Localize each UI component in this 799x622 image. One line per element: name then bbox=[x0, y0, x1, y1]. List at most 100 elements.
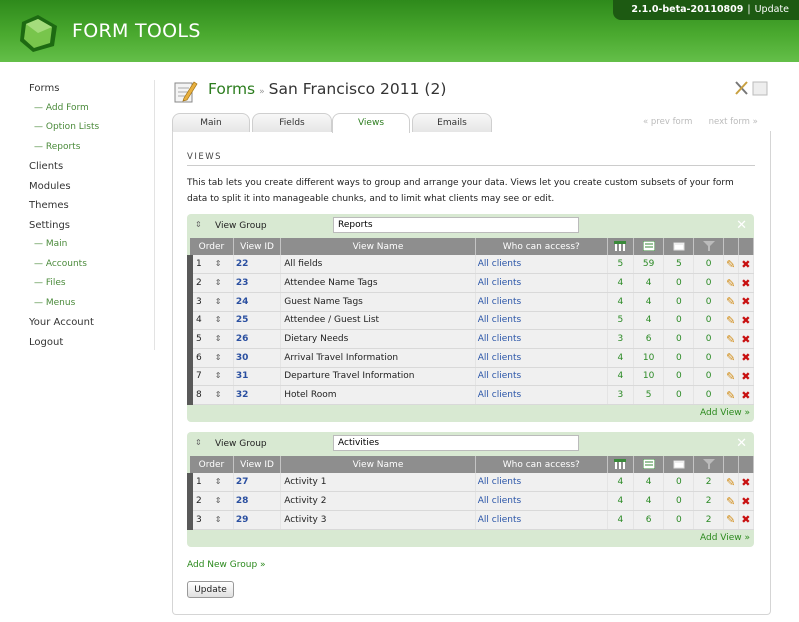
column-count: 5 bbox=[607, 311, 635, 331]
view-id-link[interactable]: 25 bbox=[233, 311, 282, 331]
view-id-link[interactable]: 24 bbox=[233, 292, 282, 312]
drag-arrows-icon[interactable]: ⇕ bbox=[215, 278, 222, 287]
order-header: Order bbox=[190, 238, 234, 255]
view-id-link[interactable]: 23 bbox=[233, 273, 282, 293]
drag-arrows-icon[interactable]: ⇕ bbox=[215, 496, 222, 505]
sidebar-item[interactable]: Themes bbox=[29, 198, 159, 218]
view-id-link[interactable]: 28 bbox=[233, 491, 282, 511]
edit-icon[interactable]: ✎ bbox=[723, 273, 739, 293]
sidebar-item[interactable]: Your Account bbox=[29, 315, 159, 335]
sidebar-item[interactable]: — Main bbox=[29, 237, 159, 257]
edit-icon[interactable]: ✎ bbox=[723, 385, 739, 405]
edit-icon[interactable]: ✎ bbox=[723, 491, 739, 511]
delete-icon[interactable]: ✖ bbox=[738, 292, 755, 312]
view-id-link[interactable]: 22 bbox=[233, 255, 282, 275]
drag-arrows-icon[interactable]: ⇕ bbox=[215, 259, 222, 268]
view-name: Activity 2 bbox=[280, 491, 476, 511]
who-can-access-link[interactable]: All clients bbox=[475, 473, 608, 493]
field-count: 4 bbox=[633, 311, 665, 331]
sidebar-item[interactable]: — Option Lists bbox=[29, 120, 159, 140]
edit-icon[interactable]: ✎ bbox=[723, 348, 739, 368]
update-button[interactable]: Update bbox=[187, 581, 234, 598]
tab-views[interactable]: Views bbox=[332, 113, 410, 133]
drag-arrows-icon[interactable]: ⇕ bbox=[215, 371, 222, 380]
delete-group-icon[interactable]: ✕ bbox=[736, 218, 747, 233]
edit-icon[interactable]: ✎ bbox=[723, 292, 739, 312]
version-label: 2.1.0-beta-20110809 bbox=[631, 4, 744, 15]
view-id-link[interactable]: 32 bbox=[233, 385, 282, 405]
delete-icon[interactable]: ✖ bbox=[738, 510, 755, 530]
who-can-access-link[interactable]: All clients bbox=[475, 292, 608, 312]
drag-arrows-icon[interactable]: ⇕ bbox=[215, 353, 222, 362]
drag-arrows-icon[interactable]: ⇕ bbox=[215, 477, 222, 486]
version-bar: 2.1.0-beta-20110809 | Update bbox=[613, 0, 799, 20]
delete-icon[interactable]: ✖ bbox=[738, 385, 755, 405]
sidebar-item[interactable]: Clients bbox=[29, 159, 159, 179]
view-id-link[interactable]: 31 bbox=[233, 367, 282, 387]
delete-icon[interactable]: ✖ bbox=[738, 473, 755, 493]
who-can-access-link[interactable]: All clients bbox=[475, 311, 608, 331]
add-view-link[interactable]: Add View » bbox=[700, 533, 750, 543]
sidebar-item[interactable]: — Accounts bbox=[29, 257, 159, 277]
sidebar-item[interactable]: — Reports bbox=[29, 140, 159, 160]
delete-group-icon[interactable]: ✕ bbox=[736, 436, 747, 451]
delete-icon[interactable]: ✖ bbox=[738, 491, 755, 511]
who-can-access-link[interactable]: All clients bbox=[475, 255, 608, 275]
view-name: Dietary Needs bbox=[280, 329, 476, 349]
who-can-access-link[interactable]: All clients bbox=[475, 329, 608, 349]
sidebar-item[interactable]: Settings bbox=[29, 218, 159, 238]
group-name-input[interactable] bbox=[333, 217, 579, 233]
who-can-access-link[interactable]: All clients bbox=[475, 491, 608, 511]
view-id-link[interactable]: 30 bbox=[233, 348, 282, 368]
drag-arrows-icon[interactable]: ⇕ bbox=[215, 390, 222, 399]
drag-arrows-icon[interactable]: ⇕ bbox=[215, 515, 222, 524]
who-can-access-link[interactable]: All clients bbox=[475, 367, 608, 387]
group-name-input[interactable] bbox=[333, 435, 579, 451]
view-id-link[interactable]: 27 bbox=[233, 473, 282, 493]
edit-icon[interactable]: ✎ bbox=[723, 329, 739, 349]
who-can-access-link[interactable]: All clients bbox=[475, 348, 608, 368]
add-group-link[interactable]: Add New Group » bbox=[187, 560, 266, 570]
breadcrumb-forms[interactable]: Forms bbox=[208, 80, 255, 98]
view-id-link[interactable]: 26 bbox=[233, 329, 282, 349]
table-header-row: Order View ID View Name Who can access? bbox=[190, 238, 755, 255]
view-id-link[interactable]: 29 bbox=[233, 510, 282, 530]
drag-arrows-icon[interactable]: ⇕ bbox=[195, 220, 202, 229]
edit-icon[interactable]: ✎ bbox=[723, 367, 739, 387]
tab-emails[interactable]: Emails bbox=[412, 113, 492, 132]
who-can-access-link[interactable]: All clients bbox=[475, 385, 608, 405]
delete-icon[interactable]: ✖ bbox=[738, 273, 755, 293]
sidebar-item[interactable]: — Add Form bbox=[29, 101, 159, 121]
prev-form-link[interactable]: « prev form bbox=[643, 117, 692, 127]
next-form-link[interactable]: next form » bbox=[709, 117, 758, 127]
edit-icon[interactable]: ✎ bbox=[723, 510, 739, 530]
delete-icon[interactable]: ✖ bbox=[738, 255, 755, 275]
drag-arrows-icon[interactable]: ⇕ bbox=[215, 334, 222, 343]
sidebar-item[interactable]: — Files bbox=[29, 276, 159, 296]
edit-icon[interactable]: ✎ bbox=[723, 473, 739, 493]
edit-icon[interactable]: ✎ bbox=[723, 311, 739, 331]
delete-icon[interactable]: ✖ bbox=[738, 329, 755, 349]
view-name: Hotel Room bbox=[280, 385, 476, 405]
tab-fields[interactable]: Fields bbox=[252, 113, 332, 132]
drag-arrows-icon[interactable]: ⇕ bbox=[215, 297, 222, 306]
delete-icon[interactable]: ✖ bbox=[738, 367, 755, 387]
filter-count: 0 bbox=[693, 311, 724, 331]
sidebar-item[interactable]: Forms bbox=[29, 81, 159, 101]
column-count: 4 bbox=[607, 273, 635, 293]
delete-icon[interactable]: ✖ bbox=[738, 311, 755, 331]
sidebar-item[interactable]: Modules bbox=[29, 179, 159, 199]
sidebar-item[interactable]: Logout bbox=[29, 335, 159, 355]
add-view-link[interactable]: Add View » bbox=[700, 408, 750, 418]
who-can-access-link[interactable]: All clients bbox=[475, 510, 608, 530]
order-cell: 8 ⇕ bbox=[186, 385, 234, 405]
who-can-access-link[interactable]: All clients bbox=[475, 273, 608, 293]
update-link[interactable]: Update bbox=[755, 4, 789, 15]
drag-arrows-icon[interactable]: ⇕ bbox=[195, 438, 202, 447]
tools-icon[interactable] bbox=[733, 79, 769, 97]
tab-main[interactable]: Main bbox=[172, 113, 250, 132]
edit-icon[interactable]: ✎ bbox=[723, 255, 739, 275]
sidebar-item[interactable]: — Menus bbox=[29, 296, 159, 316]
drag-arrows-icon[interactable]: ⇕ bbox=[215, 315, 222, 324]
delete-icon[interactable]: ✖ bbox=[738, 348, 755, 368]
